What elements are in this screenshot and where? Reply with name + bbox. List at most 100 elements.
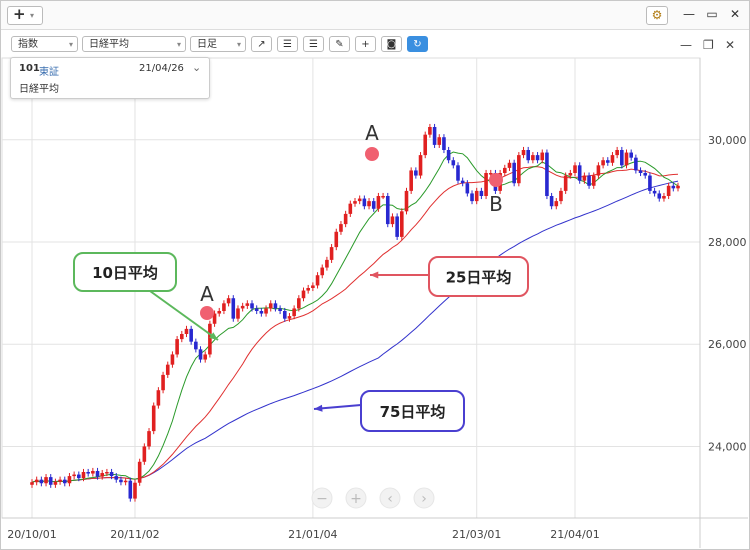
ma25-line bbox=[31, 166, 679, 483]
candle-body bbox=[86, 472, 90, 474]
candle-body bbox=[456, 165, 460, 181]
candle-body bbox=[170, 354, 175, 365]
x-tick-label: 20/11/02 bbox=[110, 528, 159, 541]
candle-body bbox=[282, 311, 287, 319]
symbol-name: 日経平均 bbox=[19, 84, 59, 95]
nav-controls[interactable]: − + ‹ › bbox=[311, 487, 435, 509]
annotation-marker-dot bbox=[365, 147, 379, 161]
candle-body bbox=[535, 155, 540, 161]
candle-body bbox=[123, 480, 128, 483]
candle-body bbox=[629, 152, 633, 158]
candle-body bbox=[484, 173, 488, 196]
candle-body bbox=[526, 150, 531, 161]
candle-body bbox=[91, 470, 95, 474]
candle-body bbox=[297, 298, 301, 309]
candle-body bbox=[184, 328, 189, 334]
candle-body bbox=[348, 203, 353, 214]
annotation-letter: A bbox=[365, 121, 379, 145]
candle-body bbox=[203, 354, 208, 360]
candle-body bbox=[334, 231, 339, 248]
candle-body bbox=[400, 211, 404, 237]
y-tick-label: 26,000 bbox=[708, 338, 747, 351]
candle-body bbox=[259, 311, 264, 314]
candle-body bbox=[105, 472, 109, 474]
candle-body bbox=[559, 190, 563, 202]
candle-body bbox=[151, 405, 156, 432]
ma10-callout-text: 10日平均 bbox=[92, 264, 158, 282]
ma25-callout-arrowhead bbox=[370, 271, 379, 279]
candle-body bbox=[142, 446, 147, 462]
candle-body bbox=[404, 190, 409, 212]
candle-body bbox=[605, 160, 610, 163]
candle-body bbox=[573, 165, 577, 173]
candle-body bbox=[292, 308, 296, 317]
candle-body bbox=[254, 308, 259, 311]
candle-body bbox=[432, 127, 437, 145]
candle-body bbox=[161, 374, 165, 391]
annotation-marker-dot bbox=[489, 173, 503, 187]
x-tick-label: 21/01/04 bbox=[288, 528, 337, 541]
candle-body bbox=[226, 298, 231, 304]
candle-body bbox=[95, 470, 100, 477]
candle-body bbox=[165, 364, 170, 375]
candle-body bbox=[446, 150, 451, 161]
annotation-letter: A bbox=[200, 282, 214, 306]
candle-body bbox=[128, 480, 133, 499]
candle-body bbox=[582, 175, 587, 181]
candle-body bbox=[119, 479, 123, 483]
candle-body bbox=[273, 303, 278, 309]
candle-body bbox=[634, 157, 638, 171]
ma25-callout-text: 25日平均 bbox=[446, 269, 512, 287]
candle-body bbox=[666, 185, 671, 196]
candle-body bbox=[67, 476, 72, 484]
candle-body bbox=[549, 196, 554, 207]
candle-body bbox=[460, 180, 465, 184]
annotation-marker-dot bbox=[200, 306, 214, 320]
candle-body bbox=[39, 479, 44, 484]
candle-body bbox=[563, 175, 568, 191]
candle-body bbox=[77, 474, 81, 479]
candle-body bbox=[512, 162, 516, 184]
candle-body bbox=[545, 152, 549, 196]
symbol-code: 101 bbox=[19, 63, 40, 74]
candle-body bbox=[114, 476, 119, 480]
candle-body bbox=[30, 482, 34, 485]
candle-body bbox=[362, 198, 367, 207]
ma75-callout-text: 75日平均 bbox=[380, 403, 446, 421]
candle-body bbox=[325, 259, 329, 268]
x-tick-label: 21/04/01 bbox=[550, 528, 599, 541]
candle-body bbox=[662, 196, 666, 199]
nav-button-label: + bbox=[350, 491, 362, 507]
candle-body bbox=[517, 155, 521, 184]
candle-body bbox=[217, 311, 222, 314]
candle-body bbox=[554, 201, 559, 207]
candle-body bbox=[437, 137, 442, 145]
candle-body bbox=[189, 328, 193, 342]
candle-body bbox=[596, 165, 601, 176]
nav-button-label: ‹ bbox=[387, 491, 393, 507]
y-tick-label: 24,000 bbox=[708, 440, 747, 453]
candle-body bbox=[385, 196, 390, 225]
candle-body bbox=[208, 323, 212, 355]
expand-chevron-icon[interactable]: ⌄ bbox=[192, 61, 201, 74]
candle-body bbox=[34, 479, 39, 483]
candle-body bbox=[423, 134, 428, 156]
candle-body bbox=[311, 285, 315, 288]
candle-body bbox=[657, 193, 662, 199]
candle-body bbox=[395, 216, 399, 237]
candle-body bbox=[100, 473, 105, 477]
candle-body bbox=[521, 150, 526, 156]
candle-body bbox=[264, 308, 268, 314]
candle-body bbox=[194, 341, 198, 350]
candle-body bbox=[320, 267, 325, 276]
candle-body bbox=[231, 298, 236, 319]
y-tick-label: 28,000 bbox=[708, 236, 747, 249]
candle-body bbox=[601, 160, 605, 166]
candle-body bbox=[62, 479, 67, 484]
candle-body bbox=[371, 201, 376, 209]
ma75-line bbox=[31, 180, 679, 483]
candle-body bbox=[287, 316, 292, 319]
candle-body bbox=[418, 155, 423, 176]
candle-body bbox=[58, 479, 62, 482]
candle-body bbox=[676, 185, 680, 189]
